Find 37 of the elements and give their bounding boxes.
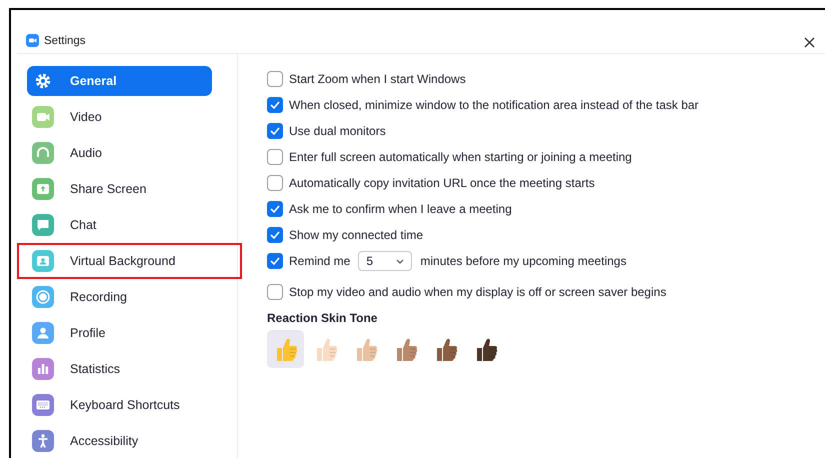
sidebar-item[interactable]: Recording xyxy=(27,282,212,312)
checkbox[interactable] xyxy=(267,97,283,113)
sidebar-item[interactable]: Chat xyxy=(27,210,212,240)
sidebar-item[interactable]: Keyboard Shortcuts xyxy=(27,390,212,420)
option-label: minutes before my upcoming meetings xyxy=(420,254,626,268)
sidebar-item[interactable]: Profile xyxy=(27,318,212,348)
option-label: Enter full screen automatically when starting or joining a meeting xyxy=(289,150,632,164)
sidebar-item[interactable]: Video xyxy=(27,102,212,132)
close-button[interactable] xyxy=(802,35,817,50)
checkbox[interactable] xyxy=(267,227,283,243)
sidebar-item[interactable]: Audio xyxy=(27,138,212,168)
checkbox[interactable] xyxy=(267,123,283,139)
option-label: Remind me xyxy=(289,254,350,268)
checkbox[interactable] xyxy=(267,253,283,269)
chevron-down-icon xyxy=(396,258,404,264)
checkbox[interactable] xyxy=(267,175,283,191)
option-label: Ask me to confirm when I leave a meeting xyxy=(289,202,512,216)
sidebar-item[interactable]: Share Screen xyxy=(27,174,212,204)
sidebar-item[interactable]: Statistics xyxy=(27,354,212,384)
minutes-dropdown[interactable]: 5 xyxy=(358,251,412,271)
app-logo-icon xyxy=(26,34,39,47)
option-label: When closed, minimize window to the notification area instead of the task bar xyxy=(289,98,699,112)
close-icon xyxy=(804,37,815,48)
checkbox[interactable] xyxy=(267,201,283,217)
checkbox[interactable] xyxy=(267,284,283,300)
sidebar-item[interactable]: General xyxy=(27,66,212,96)
section-heading: Reaction Skin Tone xyxy=(267,311,378,325)
option-label: Use dual monitors xyxy=(289,124,386,138)
option-label: Stop my video and audio when my display is off or screen saver begins xyxy=(289,285,666,299)
checkbox[interactable] xyxy=(267,149,283,165)
window-title: Settings xyxy=(44,35,86,47)
option-label: Automatically copy invitation URL once the meeting starts xyxy=(289,176,595,190)
checkbox[interactable] xyxy=(267,71,283,87)
option-label: Start Zoom when I start Windows xyxy=(289,72,466,86)
option-label: Show my connected time xyxy=(289,228,424,242)
sidebar-item[interactable]: Virtual Background xyxy=(27,246,212,276)
sidebar-item[interactable]: Accessibility xyxy=(27,426,212,456)
